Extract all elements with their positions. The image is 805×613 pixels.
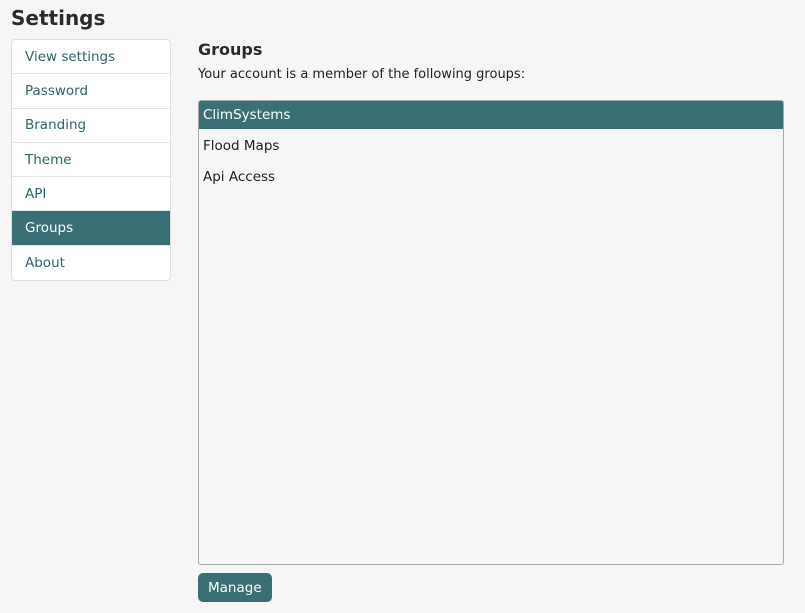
sidebar-item-password[interactable]: Password (12, 74, 170, 109)
section-title: Groups (198, 40, 263, 59)
manage-button[interactable]: Manage (198, 573, 272, 602)
page-title: Settings (11, 6, 106, 30)
sidebar-item-view-settings[interactable]: View settings (12, 40, 170, 75)
group-item-api-access[interactable]: Api Access (199, 163, 783, 191)
settings-sidebar: View settings Password Branding Theme AP… (11, 39, 171, 282)
sidebar-item-branding[interactable]: Branding (12, 109, 170, 143)
sidebar-item-groups[interactable]: Groups (12, 211, 170, 246)
group-item-climsystems[interactable]: ClimSystems (199, 101, 783, 129)
sidebar-item-theme[interactable]: Theme (12, 143, 170, 178)
group-list[interactable]: ClimSystems Flood Maps Api Access (198, 100, 784, 565)
group-item-flood-maps[interactable]: Flood Maps (199, 132, 783, 160)
sidebar-item-api[interactable]: API (12, 177, 170, 212)
sidebar-item-about[interactable]: About (12, 246, 170, 280)
groups-description: Your account is a member of the followin… (198, 67, 526, 82)
groups-panel: Groups Your account is a member of the f… (198, 39, 784, 602)
